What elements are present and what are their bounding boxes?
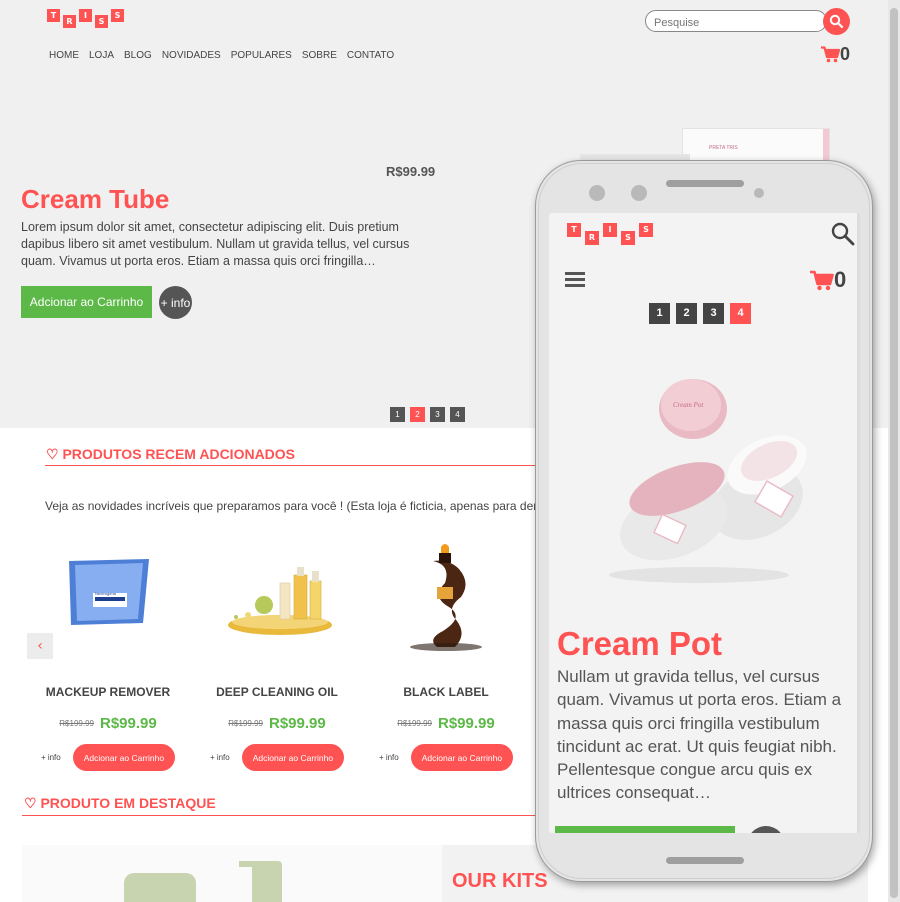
add-to-cart-button[interactable]: Adcionar ao Carrinho: [72, 744, 176, 771]
our-kits-title: OUR KITS: [452, 870, 548, 892]
product-card: DEEP CLEANING OIL R$199.99 R$99.99 + inf…: [202, 553, 352, 771]
logo-letter: T: [47, 9, 60, 22]
logo-letter: R: [63, 15, 76, 28]
hero-page-1[interactable]: 1: [390, 407, 405, 422]
phone-camera: [631, 185, 647, 201]
recent-section-intro: Veja as novidades incríveis que preparam…: [45, 499, 600, 513]
product-price: R$99.99: [437, 715, 495, 732]
product-old-price: R$199.99: [228, 719, 263, 728]
page-scrollbar[interactable]: [888, 0, 900, 902]
product-name[interactable]: BLACK LABEL: [371, 685, 521, 699]
hero-price: R$99.99: [386, 164, 436, 179]
product-info-link[interactable]: + info: [210, 753, 230, 762]
product-info-link[interactable]: + info: [41, 753, 61, 762]
logo-letter: S: [621, 231, 635, 245]
mobile-slider-pager: 1 2 3 4: [649, 303, 751, 324]
product-image-cleaning-oil[interactable]: [202, 553, 352, 653]
featured-pump-image: [252, 861, 282, 902]
featured-jar-image: [124, 873, 196, 902]
logo-letter: S: [639, 223, 653, 237]
search-box: [645, 10, 827, 32]
product-price: R$99.99: [99, 715, 157, 732]
logo-letter: T: [567, 223, 581, 237]
phone-mockup: T R I S S 0 1 2 3 4 Cream Pot Cream Pot …: [535, 160, 873, 882]
product-box-label: PRETA TRIS: [709, 145, 738, 151]
phone-sensor: [589, 185, 605, 201]
nav-contato[interactable]: CONTATO: [347, 50, 394, 61]
cart-button[interactable]: 0: [821, 44, 850, 65]
section-divider: [45, 465, 545, 466]
mobile-cart-button[interactable]: 0: [810, 267, 846, 293]
product-card: BLACK LABEL R$199.99 R$99.99 + info Adci…: [371, 543, 521, 771]
mobile-page-4[interactable]: 4: [730, 303, 751, 324]
product-box-image: PRETA TRIS: [682, 128, 830, 164]
search-button[interactable]: [823, 8, 850, 35]
nav-blog[interactable]: BLOG: [124, 50, 152, 61]
search-icon: [829, 14, 844, 29]
cart-icon: [821, 46, 840, 63]
product-name[interactable]: MACKEUP REMOVER: [33, 685, 183, 699]
cart-count: 0: [834, 267, 847, 292]
search-input[interactable]: [652, 16, 816, 30]
nav-home[interactable]: HOME: [49, 50, 79, 61]
recent-section-title: ♡ PRODUTOS RECEM ADCIONADOS: [46, 446, 296, 462]
hero-page-3[interactable]: 3: [430, 407, 445, 422]
cream-pot-image: Cream Pot: [589, 353, 839, 593]
nav-sobre[interactable]: SOBRE: [302, 50, 337, 61]
hero-description: Lorem ipsum dolor sit amet, consectetur …: [21, 220, 410, 268]
site-logo[interactable]: T R I S S: [47, 9, 124, 28]
logo-letter: S: [111, 9, 124, 22]
phone-home-bar: [666, 857, 744, 864]
hero-title: Cream Tube: [21, 184, 170, 214]
cart-icon: [810, 270, 834, 290]
product-brand: Neutrogena: [95, 591, 116, 596]
jar-label: Cream Pot: [673, 401, 704, 409]
mobile-page-2[interactable]: 2: [676, 303, 697, 324]
mobile-page-1[interactable]: 1: [649, 303, 670, 324]
main-nav: HOME LOJA BLOG NOVIDADES POPULARES SOBRE…: [49, 50, 394, 61]
product-card: Neutrogena MACKEUP REMOVER R$199.99 R$99…: [33, 553, 183, 771]
product-old-price: R$199.99: [59, 719, 94, 728]
mobile-page-3[interactable]: 3: [703, 303, 724, 324]
menu-icon: [565, 272, 585, 287]
mobile-screen: T R I S S 0 1 2 3 4 Cream Pot Cream Pot …: [549, 213, 860, 833]
mobile-product-description: Nullam ut gravida tellus, vel cursus qua…: [557, 667, 842, 803]
add-to-cart-button[interactable]: Adcionar ao Carrinho: [410, 744, 514, 771]
nav-loja[interactable]: LOJA: [89, 50, 114, 61]
product-old-price: R$199.99: [397, 719, 432, 728]
logo-letter: S: [95, 15, 108, 28]
search-icon: [831, 222, 855, 246]
product-image-black-label[interactable]: [371, 543, 521, 653]
hero-pager: 1 2 3 4: [390, 407, 465, 422]
mobile-search-button[interactable]: [830, 221, 856, 251]
mobile-info-button[interactable]: [747, 826, 785, 833]
logo-letter: R: [585, 231, 599, 245]
product-info-link[interactable]: + info: [379, 753, 399, 762]
add-to-cart-button[interactable]: Adcionar ao Carrinho: [241, 744, 345, 771]
hero-page-4[interactable]: 4: [450, 407, 465, 422]
nav-populares[interactable]: POPULARES: [231, 50, 292, 61]
product-image-wipes[interactable]: Neutrogena: [33, 553, 183, 653]
product-price: R$99.99: [268, 715, 326, 732]
product-name[interactable]: DEEP CLEANING OIL: [202, 685, 352, 699]
mobile-add-to-cart-button[interactable]: [555, 826, 735, 833]
cart-count: 0: [840, 44, 851, 64]
logo-letter: I: [79, 9, 92, 22]
mobile-menu-button[interactable]: [565, 271, 587, 293]
hero-info-button[interactable]: + info: [159, 286, 192, 319]
mobile-logo[interactable]: T R I S S: [567, 223, 653, 245]
nav-novidades[interactable]: NOVIDADES: [162, 50, 221, 61]
hero-add-to-cart-button[interactable]: Adcionar ao Carrinho: [21, 286, 152, 318]
logo-letter: I: [603, 223, 617, 237]
hero-page-2[interactable]: 2: [410, 407, 425, 422]
phone-speaker: [666, 180, 744, 187]
mobile-product-title: Cream Pot: [557, 625, 723, 662]
featured-section-title: ♡ PRODUTO EM DESTAQUE: [24, 795, 216, 811]
